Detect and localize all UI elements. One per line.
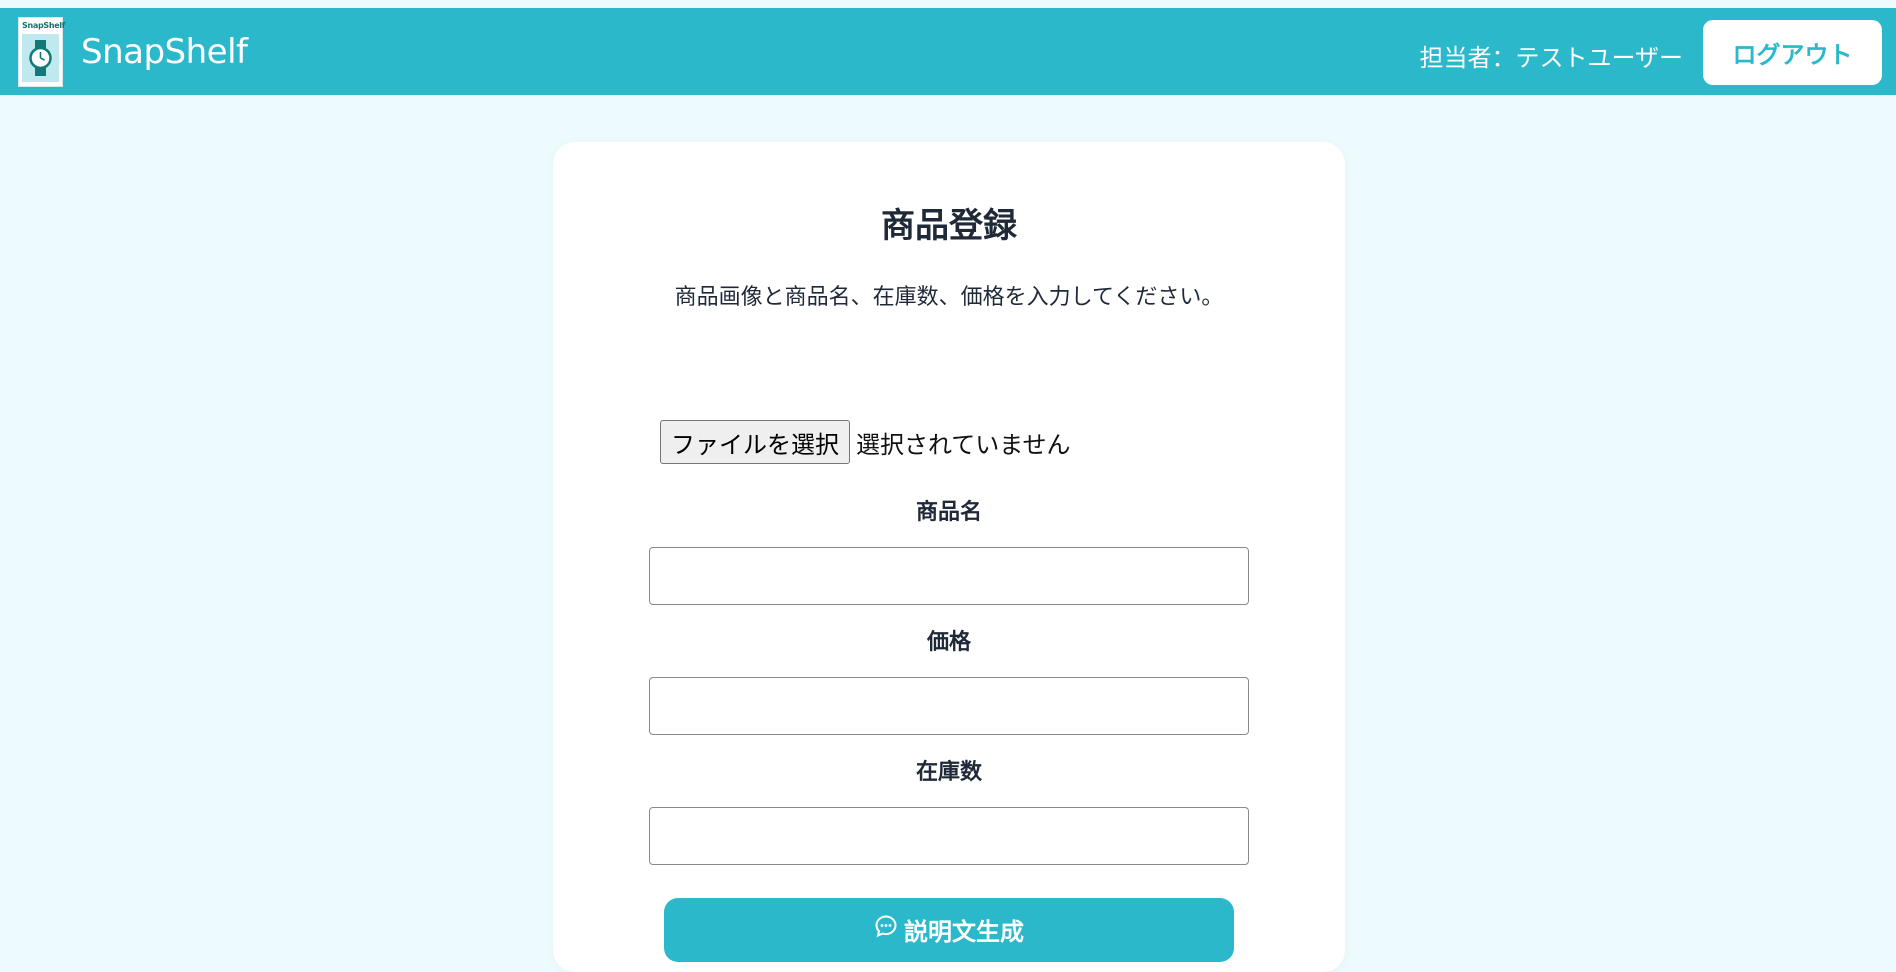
logo-mini-text: SnapShelf: [22, 21, 65, 30]
page-subtitle: 商品画像と商品名、在庫数、価格を入力してください。: [674, 285, 1224, 310]
brand-name: SnapShelf: [81, 32, 248, 72]
product-name-label: 商品名: [915, 500, 982, 525]
stock-label: 在庫数: [915, 760, 982, 785]
price-input[interactable]: [649, 677, 1249, 735]
generate-description-button[interactable]: 説明文生成: [664, 898, 1234, 962]
user-label: 担当者：テストユーザー: [1419, 44, 1683, 72]
page-title: 商品登録: [881, 206, 1017, 246]
stock-input[interactable]: [649, 807, 1249, 865]
product-name-input[interactable]: [649, 547, 1249, 605]
top-strip: [0, 0, 1896, 8]
logout-button[interactable]: ログアウト: [1703, 20, 1882, 85]
chat-bubble-icon: [875, 915, 897, 938]
product-registration-card: 商品登録 商品画像と商品名、在庫数、価格を入力してください。 ファイルを選択 選…: [553, 142, 1345, 972]
app-logo[interactable]: SnapShelf: [18, 17, 65, 87]
choose-file-button[interactable]: ファイルを選択: [660, 420, 850, 464]
file-status: 選択されていません: [856, 430, 1071, 459]
app-header: SnapShelf SnapShelf 担当者：テストユーザー ログアウト: [0, 8, 1896, 95]
price-label: 価格: [926, 630, 971, 655]
watch-icon: [22, 34, 59, 82]
file-upload: ファイルを選択 選択されていません: [660, 420, 1071, 464]
generate-button-label: 説明文生成: [904, 918, 1024, 946]
